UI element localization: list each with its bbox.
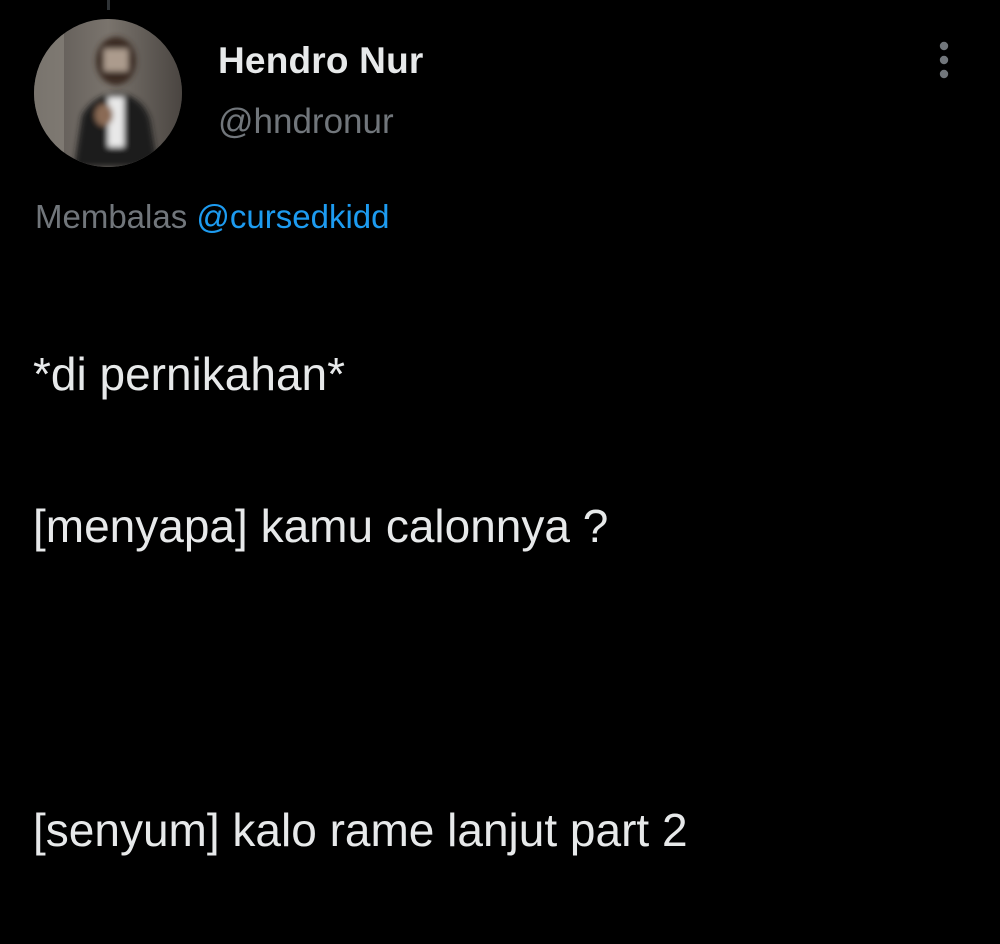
profile-photo-icon [34, 19, 182, 167]
avatar[interactable] [34, 19, 182, 167]
reply-context: Membalas @cursedkidd [35, 198, 390, 236]
tweet-line: [menyapa] kamu calonnya ? [33, 500, 609, 552]
reply-mention-link[interactable]: @cursedkidd [196, 198, 389, 235]
thread-connector-line [107, 0, 110, 10]
more-options-button[interactable] [924, 36, 964, 86]
tweet-text: *di pernikahan* [menyapa] kamu calonnya … [33, 260, 983, 944]
reply-prefix: Membalas [35, 198, 188, 235]
tweet-line: [senyum] kalo rame lanjut part 2 [33, 804, 688, 856]
author-handle[interactable]: @hndronur [218, 102, 394, 142]
more-vertical-icon [939, 41, 949, 79]
author-name[interactable]: Hendro Nur [218, 40, 424, 82]
tweet-line: *di pernikahan* [33, 348, 346, 400]
